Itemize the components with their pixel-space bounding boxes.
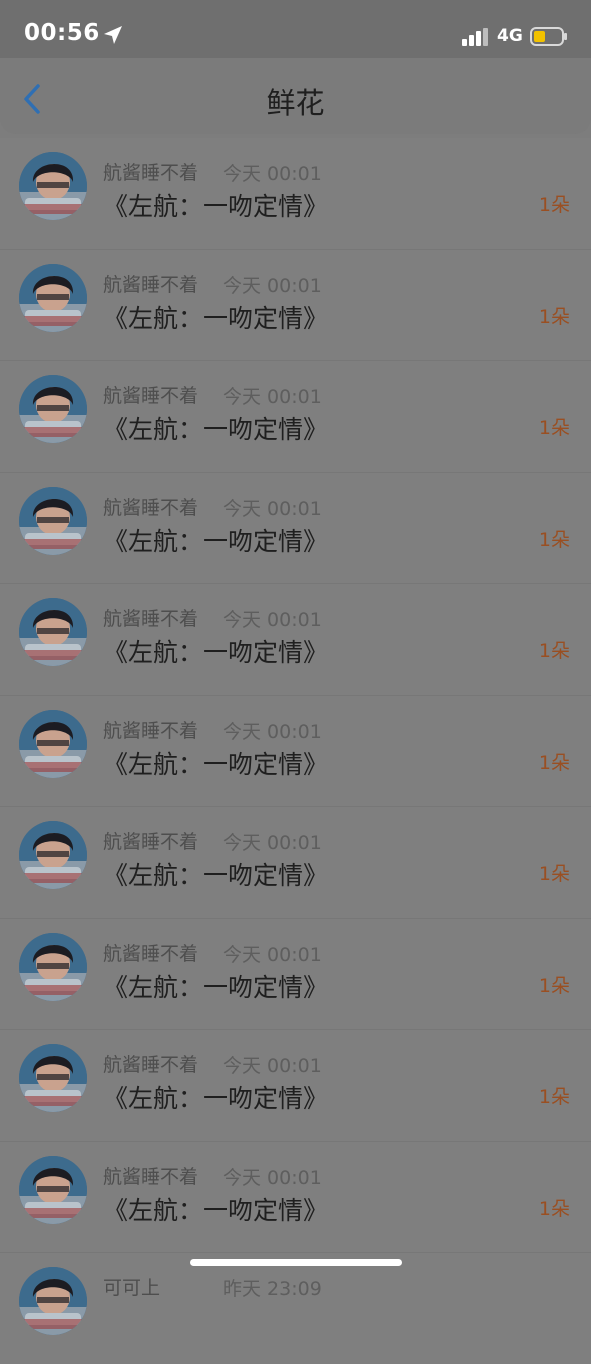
list-item[interactable]: 航酱睡不着 今天 00:01 《左航：一吻定情》 1朵 xyxy=(0,696,591,807)
flower-count: 1朵 xyxy=(538,974,570,997)
user-name: 航酱睡不着 xyxy=(103,1054,199,1076)
timestamp: 今天 00:01 xyxy=(223,274,322,297)
flower-count: 1朵 xyxy=(538,305,570,328)
book-title: 《左航：一吻定情》 xyxy=(103,415,329,444)
book-title: 《左航：一吻定情》 xyxy=(103,749,329,779)
list-item[interactable]: 可可上 昨天 23:09 xyxy=(0,1253,591,1364)
list-item[interactable]: 航酱睡不着 今天 00:01 《左航：一吻定情》 1朵 xyxy=(0,807,591,919)
book-title: 《左航：一吻定情》 xyxy=(103,1084,329,1113)
status-time: 00:56 xyxy=(24,20,100,46)
list-item[interactable]: 航酱睡不着 今天 00:01 《左航：一吻定情》 1朵 xyxy=(0,584,591,696)
user-name: 可可上 xyxy=(103,1277,161,1299)
avatar-image xyxy=(19,709,87,778)
user-name: 航酱睡不着 xyxy=(103,496,199,519)
user-name: 航酱睡不着 xyxy=(103,162,199,184)
list-item[interactable]: 航酱睡不着 今天 00:01 《左航：一吻定情》 1朵 xyxy=(0,473,591,584)
avatar-image xyxy=(19,1267,87,1335)
book-title: 《左航：一吻定情》 xyxy=(103,638,329,667)
user-name: 航酱睡不着 xyxy=(103,719,199,742)
flower-count: 1朵 xyxy=(538,751,570,774)
avatar[interactable] xyxy=(19,375,87,443)
nav-bar: 鲜花 xyxy=(0,58,591,134)
avatar-image xyxy=(19,152,87,220)
signal-icon xyxy=(462,28,488,46)
timestamp: 今天 00:01 xyxy=(223,386,322,408)
timestamp: 今天 00:01 xyxy=(223,720,322,743)
timestamp: 今天 00:01 xyxy=(223,163,322,185)
flower-count: 1朵 xyxy=(538,194,570,216)
user-name: 航酱睡不着 xyxy=(103,1165,199,1188)
avatar[interactable] xyxy=(19,598,87,666)
flower-count: 1朵 xyxy=(538,640,570,662)
book-title: 《左航：一吻定情》 xyxy=(103,972,329,1002)
flower-record-list: 航酱睡不着 今天 00:01 《左航：一吻定情》 1朵 航酱睡不着 今天 00:… xyxy=(0,138,591,1364)
user-name: 航酱睡不着 xyxy=(103,831,199,853)
book-title: 《左航：一吻定情》 xyxy=(103,861,329,890)
flower-count: 1朵 xyxy=(538,417,570,439)
avatar-image xyxy=(19,1044,87,1112)
user-name: 航酱睡不着 xyxy=(103,273,199,296)
avatar-image xyxy=(19,598,87,666)
avatar-image xyxy=(19,821,87,889)
avatar[interactable] xyxy=(19,263,87,332)
network-type: 4G xyxy=(497,26,523,46)
list-item[interactable]: 航酱睡不着 今天 00:01 《左航：一吻定情》 1朵 xyxy=(0,361,591,473)
flower-count: 1朵 xyxy=(538,528,570,551)
avatar-image xyxy=(19,486,87,555)
book-title: 《左航：一吻定情》 xyxy=(103,1195,329,1225)
avatar[interactable] xyxy=(19,1044,87,1112)
flower-count: 1朵 xyxy=(538,1086,570,1108)
list-item[interactable]: 航酱睡不着 今天 00:01 《左航：一吻定情》 1朵 xyxy=(0,250,591,361)
avatar[interactable] xyxy=(19,152,87,220)
list-item[interactable]: 航酱睡不着 今天 00:01 《左航：一吻定情》 1朵 xyxy=(0,1030,591,1142)
book-title: 《左航：一吻定情》 xyxy=(103,192,329,221)
timestamp: 今天 00:01 xyxy=(223,1166,322,1189)
location-arrow-icon xyxy=(104,26,122,44)
avatar[interactable] xyxy=(19,821,87,889)
page-title: 鲜花 xyxy=(266,86,325,120)
user-name: 航酱睡不着 xyxy=(103,385,199,407)
avatar-image xyxy=(19,1155,87,1224)
list-item[interactable]: 航酱睡不着 今天 00:01 《左航：一吻定情》 1朵 xyxy=(0,138,591,250)
avatar-image xyxy=(19,263,87,332)
book-title: 《左航：一吻定情》 xyxy=(103,526,329,556)
timestamp: 今天 00:01 xyxy=(223,1055,322,1077)
avatar[interactable] xyxy=(19,709,87,778)
timestamp: 昨天 23:09 xyxy=(223,1278,322,1300)
list-item[interactable]: 航酱睡不着 今天 00:01 《左航：一吻定情》 1朵 xyxy=(0,1142,591,1253)
home-indicator[interactable] xyxy=(190,1259,402,1266)
avatar[interactable] xyxy=(19,486,87,555)
flower-count: 1朵 xyxy=(538,863,570,885)
status-bar: 00:56 4G xyxy=(0,0,591,58)
timestamp: 今天 00:01 xyxy=(223,943,322,966)
flower-count: 1朵 xyxy=(538,1197,570,1220)
timestamp: 今天 00:01 xyxy=(223,497,322,520)
battery-icon xyxy=(530,27,567,46)
timestamp: 今天 00:01 xyxy=(223,832,322,854)
avatar-image xyxy=(19,375,87,443)
avatar-image xyxy=(19,932,87,1001)
avatar[interactable] xyxy=(19,1155,87,1224)
avatar[interactable] xyxy=(19,1267,87,1335)
user-name: 航酱睡不着 xyxy=(103,942,199,965)
list-item[interactable]: 航酱睡不着 今天 00:01 《左航：一吻定情》 1朵 xyxy=(0,919,591,1030)
book-title: 《左航：一吻定情》 xyxy=(103,303,329,333)
avatar[interactable] xyxy=(19,932,87,1001)
user-name: 航酱睡不着 xyxy=(103,608,199,630)
timestamp: 今天 00:01 xyxy=(223,609,322,631)
